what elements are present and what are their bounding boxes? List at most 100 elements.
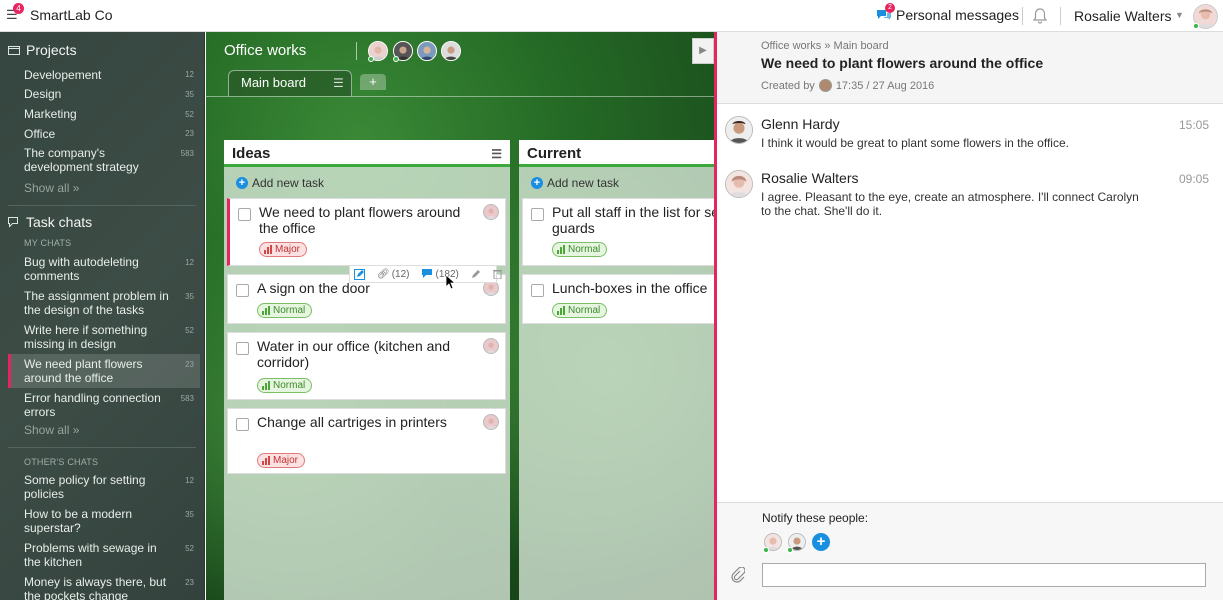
- item-count: 52: [185, 326, 194, 335]
- priority-label: Major: [273, 455, 299, 466]
- task-card[interactable]: Put all staff in the list for security g…: [522, 198, 714, 266]
- user-name[interactable]: Rosalie Walters: [1074, 8, 1172, 24]
- priority-label: Normal: [568, 244, 601, 255]
- sidebar-chat-item[interactable]: Problems with sewage in the kitchen: [24, 541, 174, 569]
- top-bar: ☰ 4 SmartLab Co 2 Personal messages Rosal…: [0, 0, 1223, 32]
- sidebar-project-item[interactable]: The company's development strategy: [24, 146, 174, 174]
- priority-bars-icon: [262, 306, 270, 315]
- item-count: 35: [185, 510, 194, 519]
- assignee-avatar[interactable]: [483, 338, 499, 354]
- sidebar-project-item[interactable]: Design: [24, 87, 174, 101]
- add-person-button[interactable]: +: [812, 533, 830, 551]
- task-chats-section-title[interactable]: Task chats: [8, 214, 92, 230]
- sidebar: Projects Developement 12 Design 35 Marke…: [0, 32, 205, 600]
- priority-bars-icon: [264, 245, 272, 254]
- task-actions-toolbar: 🔗︎ (12) (182): [349, 265, 502, 283]
- notify-label: Notify these people:: [762, 511, 869, 525]
- others-chats-label: OTHER'S CHATS: [24, 457, 99, 467]
- divider: [206, 96, 714, 97]
- message-author[interactable]: Glenn Hardy: [761, 116, 840, 132]
- priority-bars-icon: [557, 245, 565, 254]
- sidebar-chat-item[interactable]: Write here if something missing in desig…: [24, 323, 174, 351]
- task-title: Change all cartriges in printers: [257, 414, 447, 430]
- item-count: 52: [185, 110, 194, 119]
- chat-message: Rosalie Walters 09:05 I agree. Pleasant …: [725, 170, 1215, 220]
- task-title: We need to plant flowers around the offi…: [259, 204, 461, 236]
- add-task-button[interactable]: + Add new task: [236, 176, 324, 190]
- logo[interactable]: ☰ 4 SmartLab Co: [6, 3, 113, 23]
- app-name: SmartLab Co: [30, 7, 113, 23]
- sidebar-project-item[interactable]: Marketing: [24, 107, 174, 121]
- tab-menu-icon[interactable]: ☰: [333, 76, 344, 90]
- collapse-panel-button[interactable]: ▶: [692, 38, 714, 64]
- notification-badge: 4: [13, 3, 24, 14]
- item-count: 23: [185, 578, 194, 587]
- task-checkbox[interactable]: [236, 418, 249, 431]
- board-column-ideas: Ideas ☰ + Add new task We need to plant …: [224, 140, 510, 600]
- projects-section-title[interactable]: Projects: [8, 42, 77, 58]
- open-task-button[interactable]: [354, 268, 365, 280]
- task-checkbox[interactable]: [531, 284, 544, 297]
- sidebar-chat-item[interactable]: How to be a modern superstar?: [24, 507, 174, 535]
- task-checkbox[interactable]: [236, 284, 249, 297]
- breadcrumb[interactable]: Office works » Main board: [761, 40, 889, 52]
- sidebar-chat-item[interactable]: Money is always there, but the pockets c…: [24, 575, 174, 600]
- task-chats-title: Task chats: [26, 214, 93, 230]
- comments-icon: [421, 269, 432, 278]
- show-all-projects-link[interactable]: Show all »: [24, 181, 79, 195]
- creator-avatar[interactable]: [818, 79, 832, 92]
- avatar[interactable]: [725, 116, 753, 144]
- task-card[interactable]: Water in our office (kitchen and corrido…: [227, 332, 506, 400]
- sidebar-chat-item[interactable]: The assignment problem in the design of …: [24, 289, 174, 317]
- message-author[interactable]: Rosalie Walters: [761, 170, 859, 186]
- assignee-avatar[interactable]: [483, 204, 499, 220]
- sidebar-chat-item[interactable]: Bug with autodeleting comments: [24, 255, 174, 283]
- sidebar-project-item[interactable]: Developement: [24, 68, 174, 82]
- paperclip-icon[interactable]: [731, 566, 746, 586]
- item-count: 583: [180, 394, 194, 403]
- sidebar-chat-item[interactable]: Some policy for setting policies: [24, 473, 174, 501]
- task-title: Put all staff in the list for security g…: [552, 204, 714, 236]
- online-indicator: [393, 56, 399, 62]
- message-input[interactable]: [762, 563, 1206, 587]
- panel-title: We need to plant flowers around the offi…: [761, 55, 1044, 71]
- messages-badge: 2: [885, 3, 895, 13]
- task-checkbox[interactable]: [531, 208, 544, 221]
- edit-button[interactable]: [471, 269, 481, 279]
- item-count: 23: [185, 360, 194, 369]
- task-card-selected[interactable]: We need to plant flowers around the offi…: [227, 198, 506, 266]
- column-menu-icon[interactable]: ☰: [491, 147, 502, 161]
- priority-bars-icon: [262, 381, 270, 390]
- menu-icon[interactable]: ☰ 4: [6, 3, 24, 22]
- priority-badge: Normal: [552, 242, 608, 257]
- priority-label: Normal: [273, 305, 306, 316]
- add-tab-button[interactable]: +: [360, 74, 386, 90]
- links-button[interactable]: 🔗︎ (12): [377, 269, 410, 280]
- message-text: I agree. Pleasant to the eye, create an …: [761, 190, 1139, 218]
- sidebar-chat-item[interactable]: Error handling connection errors: [24, 391, 174, 419]
- show-all-chats-link[interactable]: Show all »: [24, 423, 79, 437]
- chevron-down-icon[interactable]: ▼: [1175, 10, 1184, 20]
- assignee-avatar[interactable]: [483, 414, 499, 430]
- task-card[interactable]: Change all cartriges in printers Major: [227, 408, 506, 474]
- add-task-button[interactable]: + Add new task: [531, 176, 619, 190]
- task-chat-panel: Office works » Main board We need to pla…: [714, 32, 1223, 600]
- divider: [1022, 7, 1023, 25]
- sidebar-chat-item-active[interactable]: We need plant flowers around the office: [24, 357, 174, 385]
- member-avatar[interactable]: [441, 41, 461, 61]
- member-avatar[interactable]: [417, 41, 437, 61]
- sidebar-item-label: Some policy for setting policies: [24, 473, 146, 501]
- sidebar-project-item[interactable]: Office: [24, 127, 174, 141]
- priority-badge: Major: [259, 242, 308, 257]
- chat-message: Glenn Hardy 15:05 I think it would be gr…: [725, 116, 1215, 156]
- delete-button[interactable]: [492, 269, 502, 279]
- message-time: 09:05: [1178, 172, 1209, 186]
- bell-icon[interactable]: [1032, 8, 1048, 27]
- avatar[interactable]: [725, 170, 753, 198]
- task-checkbox[interactable]: [238, 208, 251, 221]
- task-card[interactable]: Lunch-boxes in the office Normal: [522, 274, 714, 324]
- personal-messages-button[interactable]: 2 Personal messages: [876, 3, 1019, 23]
- mouse-cursor-icon: [446, 275, 456, 289]
- column-header: Current: [519, 140, 714, 167]
- task-checkbox[interactable]: [236, 342, 249, 355]
